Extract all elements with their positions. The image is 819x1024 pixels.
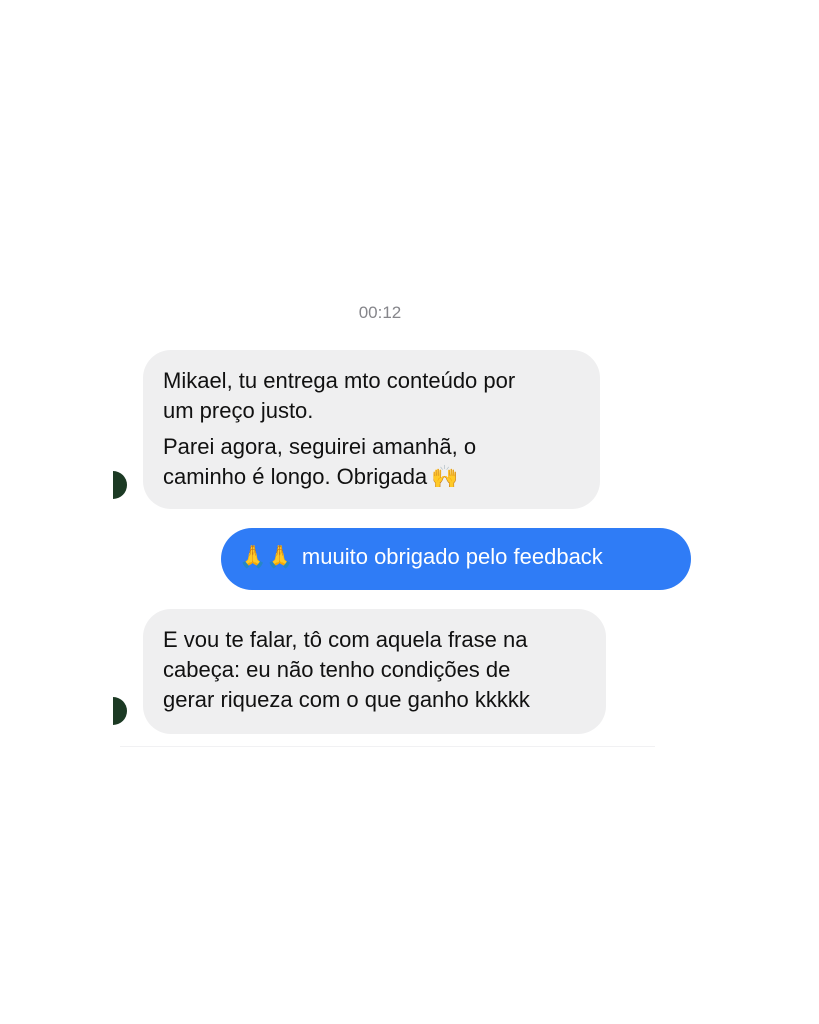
sender-avatar[interactable] xyxy=(113,697,127,725)
raising-hands-icon: 🙌 xyxy=(431,465,459,490)
message-line: gerar riqueza com o que ganho kkkkk xyxy=(163,687,530,712)
sender-avatar[interactable] xyxy=(113,471,127,499)
message-text: muuito obrigado pelo feedback xyxy=(301,544,603,569)
message-line-text: Parei agora, seguirei amanhã, o xyxy=(163,434,477,459)
message-line: Parei agora, seguirei amanhã, o xyxy=(163,432,580,462)
message-line: caminho é longo. Obrigada 🙌 xyxy=(163,462,580,493)
outgoing-message-bubble[interactable]: 🙏🙏 muuito obrigado pelo feedback xyxy=(221,528,691,590)
divider xyxy=(120,746,655,747)
message-line-text: caminho é longo. Obrigada xyxy=(163,464,428,489)
message-line: um preço justo. xyxy=(163,398,314,423)
incoming-message-bubble[interactable]: Mikael, tu entrega mto conteúdo por um p… xyxy=(143,350,600,509)
message-line: E vou te falar, tô com aquela frase na xyxy=(163,627,528,652)
message-line: Mikael, tu entrega mto conteúdo por xyxy=(163,368,516,393)
message-timestamp: 00:12 xyxy=(358,303,402,322)
folded-hands-icon: 🙏🙏 xyxy=(239,545,294,570)
message-line: cabeça: eu não tenho condições de xyxy=(163,657,511,682)
incoming-message-bubble[interactable]: E vou te falar, tô com aquela frase na c… xyxy=(143,609,606,734)
